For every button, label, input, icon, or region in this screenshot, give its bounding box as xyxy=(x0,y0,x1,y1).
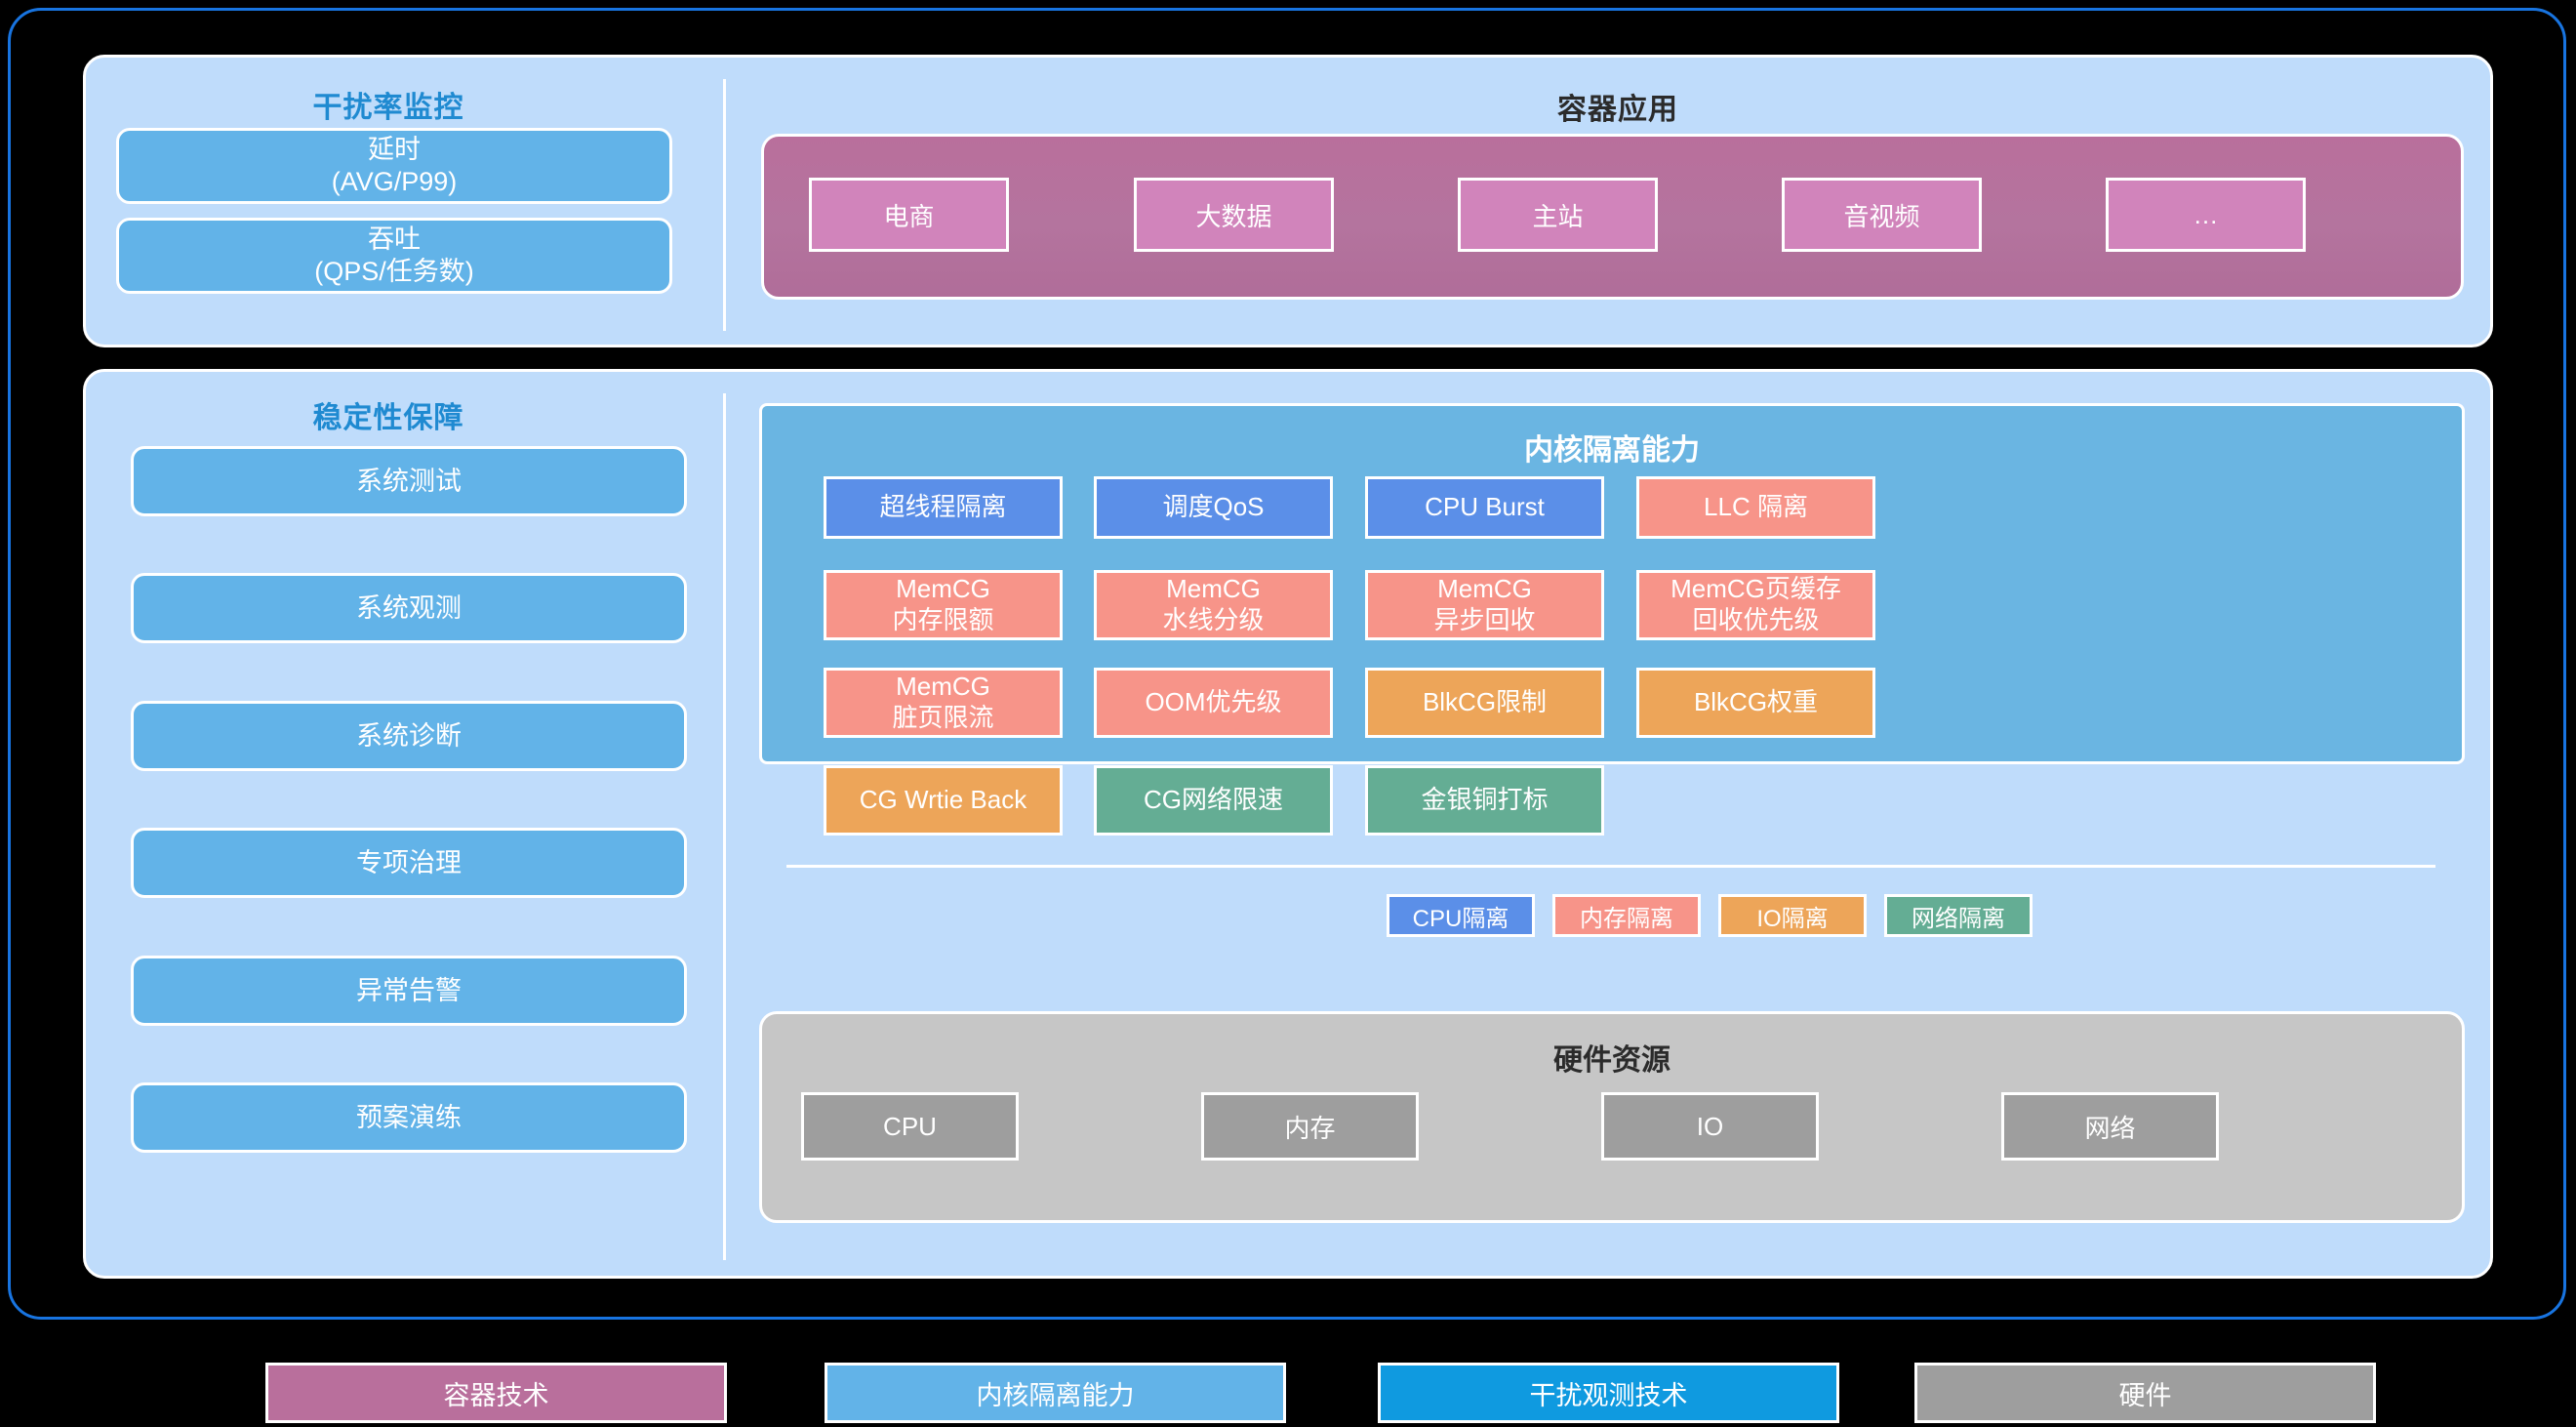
kernel-legend-cpu: CPU隔离 xyxy=(1387,894,1535,937)
kernel-cell-line2: 脏页限流 xyxy=(892,703,994,732)
kernel-cell-line1: 金银铜打标 xyxy=(1421,785,1549,815)
bottom-legend-interference-observation: 干扰观测技术 xyxy=(1378,1363,1839,1423)
top-panel: 干扰率监控 延时 (AVG/P99) 吞吐 (QPS/任务数) 容器应用 电商 … xyxy=(83,55,2493,347)
hardware-chip-io: IO xyxy=(1601,1092,1819,1161)
hardware-chip-cpu: CPU xyxy=(801,1092,1019,1161)
kernel-cell-line2: 水线分级 xyxy=(1162,605,1265,634)
container-app-title: 容器应用 xyxy=(1557,94,1678,126)
kernel-cell-cg-write-back: CG Wrtie Back xyxy=(824,765,1063,836)
kernel-cell-line2: 回收优先级 xyxy=(1692,605,1820,634)
stability-item-plan-drill: 预案演练 xyxy=(131,1082,687,1153)
kernel-cell-line1: MemCG xyxy=(1437,574,1532,604)
hardware-chip-memory: 内存 xyxy=(1201,1092,1419,1161)
kernel-isolation-block: 内核隔离能力 超线程隔离 调度QoS CPU Burst LLC 隔离 MemC… xyxy=(759,403,2465,937)
app-chip-ecommerce: 电商 xyxy=(809,178,1009,252)
kernel-cell-line2: 内存限额 xyxy=(892,605,994,634)
metric-throughput-line1: 吞吐 xyxy=(368,224,421,255)
kernel-cell-line1: MemCG xyxy=(1166,574,1261,604)
hardware-chip-network: 网络 xyxy=(2001,1092,2219,1161)
kernel-cell-line2: 异步回收 xyxy=(1433,605,1536,634)
kernel-cell-memcg-watermark-tier: MemCG 水线分级 xyxy=(1094,570,1333,640)
kernel-cell-cpu-burst: CPU Burst xyxy=(1365,476,1604,539)
stability-item-system-diagnose: 系统诊断 xyxy=(131,701,687,771)
kernel-cell-memcg-pagecache-reclaim-priority: MemCG页缓存 回收优先级 xyxy=(1636,570,1875,640)
kernel-legend-divider xyxy=(786,865,2435,868)
kernel-cell-line1: MemCG xyxy=(896,672,990,702)
interference-monitor-title: 干扰率监控 xyxy=(312,92,464,124)
kernel-cell-memcg-dirty-page-throttle: MemCG 脏页限流 xyxy=(824,668,1063,738)
kernel-legend-network: 网络隔离 xyxy=(1884,894,2033,937)
hardware-resource-title: 硬件资源 xyxy=(1553,1044,1670,1077)
kernel-legend-memory: 内存隔离 xyxy=(1552,894,1701,937)
kernel-cell-oom-priority: OOM优先级 xyxy=(1094,668,1333,738)
bottom-legend-kernel-isolation: 内核隔离能力 xyxy=(825,1363,1286,1423)
diagram-root: 干扰率监控 延时 (AVG/P99) 吞吐 (QPS/任务数) 容器应用 电商 … xyxy=(0,0,2576,1427)
stability-item-anomaly-alert: 异常告警 xyxy=(131,956,687,1026)
top-panel-divider xyxy=(723,79,726,331)
kernel-cell-scheduling-qos: 调度QoS xyxy=(1094,476,1333,539)
kernel-cell-line1: 超线程隔离 xyxy=(879,492,1007,522)
stability-item-system-observe: 系统观测 xyxy=(131,573,687,643)
bottom-panel-divider xyxy=(723,393,726,1260)
kernel-cell-line1: OOM优先级 xyxy=(1145,687,1282,717)
app-chip-media: 音视频 xyxy=(1782,178,1982,252)
kernel-cell-blkcg-weight: BlkCG权重 xyxy=(1636,668,1875,738)
stability-assurance-title: 稳定性保障 xyxy=(312,402,464,434)
metric-latency-line2: (AVG/P99) xyxy=(331,167,458,196)
kernel-legend-io: IO隔离 xyxy=(1718,894,1867,937)
kernel-cell-line1: CPU Burst xyxy=(1425,492,1545,522)
app-chip-bigdata: 大数据 xyxy=(1134,178,1334,252)
kernel-cell-line1: CG Wrtie Back xyxy=(859,785,1027,815)
kernel-cell-line1: MemCG页缓存 xyxy=(1670,574,1841,604)
bottom-legend-container-tech: 容器技术 xyxy=(265,1363,727,1423)
kernel-cell-llc-isolation: LLC 隔离 xyxy=(1636,476,1875,539)
container-app-block: 电商 大数据 主站 音视频 … xyxy=(761,134,2464,300)
metric-latency: 延时 (AVG/P99) xyxy=(116,128,672,204)
kernel-cell-line1: MemCG xyxy=(896,574,990,604)
bottom-legend-hardware: 硬件 xyxy=(1914,1363,2376,1423)
hardware-resource-block: 硬件资源 CPU 内存 IO 网络 xyxy=(759,1011,2465,1223)
kernel-cell-cg-network-throttle: CG网络限速 xyxy=(1094,765,1333,836)
kernel-cell-blkcg-limit: BlkCG限制 xyxy=(1365,668,1604,738)
app-chip-mainsite: 主站 xyxy=(1458,178,1658,252)
metric-throughput-line2: (QPS/任务数) xyxy=(314,257,474,286)
stability-item-system-test: 系统测试 xyxy=(131,446,687,516)
kernel-cell-line1: 调度QoS xyxy=(1162,492,1265,522)
kernel-cell-line1: BlkCG限制 xyxy=(1422,687,1548,717)
bottom-panel: 稳定性保障 系统测试 系统观测 系统诊断 专项治理 异常告警 预案演练 内核隔离… xyxy=(83,369,2493,1279)
kernel-cell-memcg-memory-limit: MemCG 内存限额 xyxy=(824,570,1063,640)
kernel-cell-line1: LLC 隔离 xyxy=(1704,492,1808,522)
kernel-cell-line1: CG网络限速 xyxy=(1143,785,1283,815)
kernel-cell-memcg-async-reclaim: MemCG 异步回收 xyxy=(1365,570,1604,640)
kernel-cell-hyperthread-isolation: 超线程隔离 xyxy=(824,476,1063,539)
metric-latency-line1: 延时 xyxy=(368,135,421,165)
app-chip-more: … xyxy=(2106,178,2306,252)
kernel-cell-gold-silver-bronze-tagging: 金银铜打标 xyxy=(1365,765,1604,836)
kernel-isolation-title: 内核隔离能力 xyxy=(1524,434,1700,467)
kernel-cell-line1: BlkCG权重 xyxy=(1693,687,1819,717)
metric-throughput: 吞吐 (QPS/任务数) xyxy=(116,218,672,294)
stability-item-special-governance: 专项治理 xyxy=(131,828,687,898)
